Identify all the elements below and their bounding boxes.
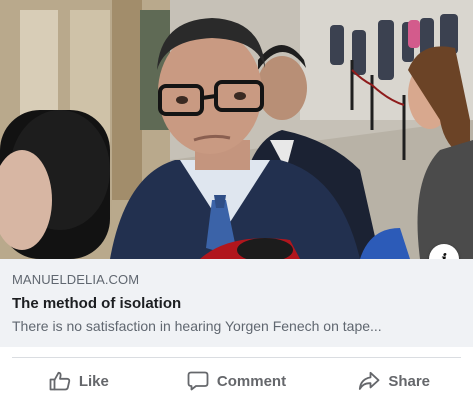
link-preview-image[interactable] <box>0 0 473 259</box>
comment-label: Comment <box>216 372 287 390</box>
link-title[interactable]: The method of isolation <box>12 294 461 313</box>
share-button[interactable]: Share <box>315 364 473 398</box>
actions-divider <box>12 357 461 358</box>
share-label: Share <box>388 372 431 390</box>
post-actions-bar: Like Comment Share <box>0 364 473 398</box>
comment-icon <box>187 371 209 391</box>
share-icon <box>359 371 380 390</box>
like-button[interactable]: Like <box>0 364 158 398</box>
comment-button[interactable]: Comment <box>158 364 316 398</box>
link-description: There is no satisfaction in hearing Yorg… <box>12 318 382 334</box>
thumbs-up-icon <box>49 371 70 391</box>
like-label: Like <box>78 372 109 390</box>
link-domain: MANUELDELIA.COM <box>12 272 140 287</box>
link-preview-card[interactable]: MANUELDELIA.COM The method of isolation … <box>0 259 473 347</box>
